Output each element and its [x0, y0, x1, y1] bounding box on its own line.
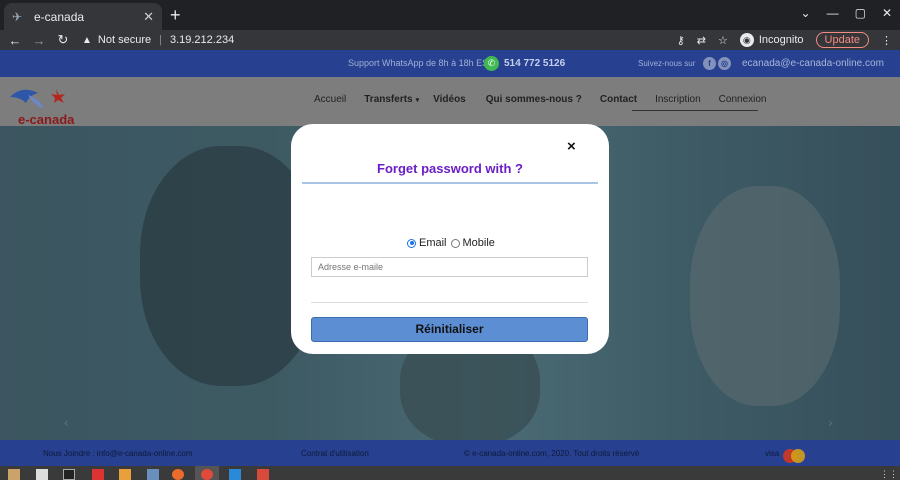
menu-item-transferts[interactable]: Transferts ▾	[364, 94, 419, 105]
chrome-icon[interactable]	[201, 469, 213, 480]
mastercard-icon	[783, 449, 805, 463]
terminal-icon[interactable]	[63, 469, 75, 480]
footer-terms-link[interactable]: Contrat d'utilisation	[301, 449, 369, 458]
app-red2-icon[interactable]	[257, 469, 269, 480]
incognito-icon: ◉	[739, 33, 754, 47]
new-tab-button[interactable]: +	[170, 5, 181, 26]
reload-icon[interactable]: ↻	[54, 32, 72, 48]
browser-tabbar: ✈ e-canada ✕ + ⌄ — ▢ ✕	[0, 0, 900, 30]
instagram-icon[interactable]: ◎	[718, 57, 731, 70]
menu-item-inscription[interactable]: Inscription	[655, 94, 701, 105]
support-text: Support WhatsApp de 8h à 18h EST	[348, 58, 494, 68]
incognito-label: Incognito	[758, 34, 804, 46]
chevron-down-icon[interactable]: ⌄	[801, 6, 811, 20]
tab-close-icon[interactable]: ✕	[143, 9, 154, 25]
reset-method-group: Email Mobile	[407, 237, 499, 249]
key-icon[interactable]: ⚷	[677, 34, 685, 47]
document-icon[interactable]	[36, 469, 48, 480]
tab-title: e-canada	[34, 9, 85, 24]
close-icon[interactable]: ✕	[882, 6, 892, 20]
radio-mobile[interactable]	[450, 238, 460, 248]
top-info-strip: Support WhatsApp de 8h à 18h EST ✆ 514 7…	[0, 50, 900, 77]
carousel-prev-icon[interactable]: ‹	[64, 414, 69, 430]
file-manager-icon[interactable]	[8, 469, 20, 480]
modal-title: Forget password with ?	[377, 161, 523, 176]
forgot-password-modal: × Forget password with ? Email Mobile Ré…	[291, 124, 609, 354]
vscode-icon[interactable]	[229, 469, 241, 480]
chevron-down-icon: ▾	[415, 97, 420, 104]
address-bar: ← → ↻ ▲ Not secure | 3.19.212.234 ⚷ ⇄ ☆ …	[0, 30, 900, 50]
carousel-next-icon[interactable]: ›	[828, 414, 833, 430]
menu-item-transferts-label: Transferts	[364, 94, 413, 105]
app-orange-icon[interactable]	[172, 469, 184, 480]
hero-image-person-right	[690, 186, 840, 406]
window-controls: ⌄ — ▢ ✕	[801, 6, 892, 20]
menu-item-videos[interactable]: Vidéos	[433, 94, 466, 105]
whatsapp-icon[interactable]: ✆	[484, 56, 499, 71]
visa-logo: visa	[765, 449, 780, 458]
incognito-indicator[interactable]: ◉ Incognito	[739, 33, 804, 47]
email-field[interactable]	[311, 257, 588, 277]
radio-mobile-label[interactable]: Mobile	[463, 237, 495, 249]
site-footer: Nous Joindre : info@e-canada-online.com …	[0, 440, 900, 466]
phone-number[interactable]: 514 772 5126	[504, 58, 565, 69]
os-taskbar: ⋮⋮	[0, 466, 900, 480]
logo-bird-icon[interactable]	[8, 83, 68, 111]
close-icon[interactable]: ×	[567, 138, 576, 155]
app-red-icon[interactable]	[92, 469, 104, 480]
radio-email[interactable]	[407, 238, 416, 248]
warning-icon[interactable]: ▲	[82, 35, 92, 46]
footer-contact[interactable]: Nous Joindre : info@e-canada-online.com	[43, 449, 193, 458]
menu-item-contact[interactable]: Contact	[600, 94, 637, 105]
url-separator: |	[159, 34, 162, 46]
reset-button[interactable]: Réinitialiser	[311, 317, 588, 342]
main-navbar: e-canada Accueil Transferts ▾ Vidéos Qui …	[0, 77, 900, 127]
security-label[interactable]: Not secure	[98, 34, 151, 46]
update-button[interactable]: Update	[815, 32, 869, 48]
title-divider	[302, 182, 598, 184]
menu-underline	[632, 110, 758, 111]
site-favicon-icon: ✈	[12, 9, 23, 24]
forward-icon[interactable]: →	[30, 33, 48, 48]
menu-item-connexion[interactable]: Connexion	[719, 94, 767, 105]
menu-item-accueil[interactable]: Accueil	[314, 94, 346, 105]
form-divider	[311, 302, 588, 303]
minimize-icon[interactable]: —	[827, 6, 839, 20]
app-grid-icon[interactable]	[147, 469, 159, 480]
omnibox[interactable]: ▲ Not secure | 3.19.212.234	[82, 31, 677, 49]
url-text[interactable]: 3.19.212.234	[170, 34, 234, 46]
apps-grid-icon[interactable]: ⋮⋮	[880, 469, 898, 480]
star-icon[interactable]: ☆	[718, 34, 728, 47]
footer-copyright: © e-canada-online.com, 2020. Tout droits…	[464, 449, 640, 458]
main-menu: Accueil Transferts ▾ Vidéos Qui sommes-no…	[314, 94, 766, 105]
contact-email[interactable]: ecanada@e-canada-online.com	[742, 58, 884, 69]
maximize-icon[interactable]: ▢	[855, 6, 866, 20]
logo-text[interactable]: e-canada	[18, 112, 74, 127]
back-icon[interactable]: ←	[6, 33, 24, 48]
app-flag-icon[interactable]	[119, 469, 131, 480]
browser-tab[interactable]: ✈ e-canada ✕	[4, 3, 162, 30]
follow-text: Suivez-nous sur	[638, 59, 696, 68]
menu-item-qui-sommes-nous[interactable]: Qui sommes-nous ?	[486, 94, 582, 105]
translate-icon[interactable]: ⇄	[697, 34, 706, 47]
radio-email-label[interactable]: Email	[419, 237, 447, 249]
more-menu-icon[interactable]: ⋮	[881, 34, 892, 47]
facebook-icon[interactable]: f	[703, 57, 716, 70]
